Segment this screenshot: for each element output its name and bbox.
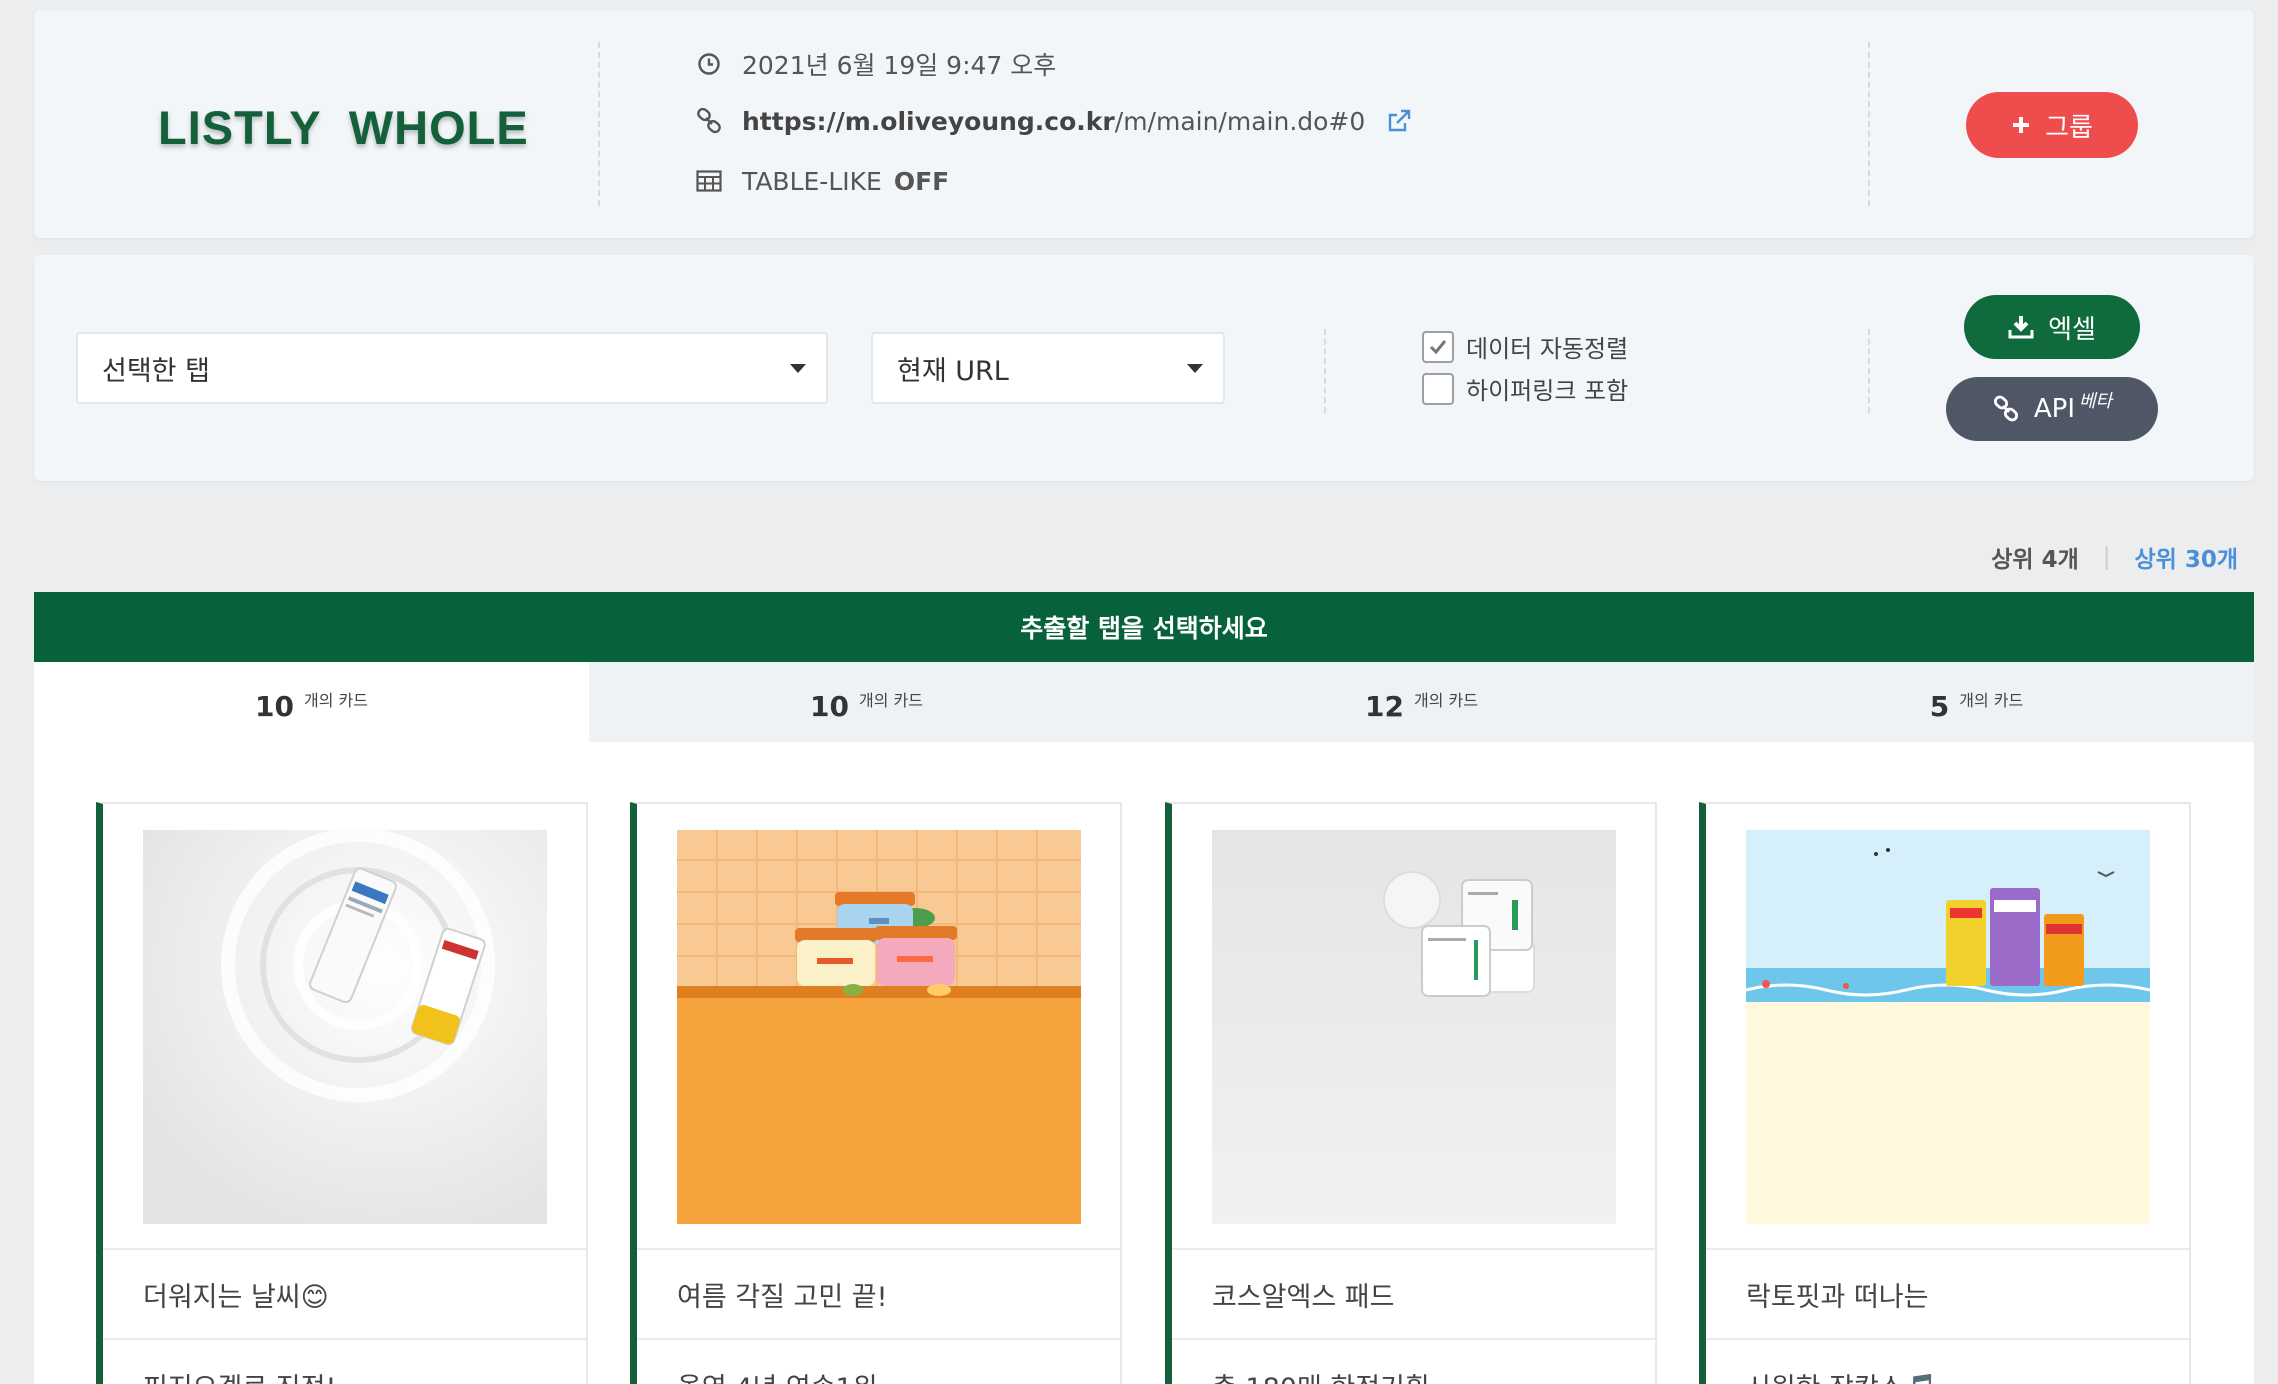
tab-card-count: 12 <box>1365 690 1404 723</box>
hyperlink-label: 하이퍼링크 포함 <box>1466 377 1629 405</box>
add-group-button[interactable]: 그룹 <box>1966 92 2138 158</box>
header-panel: LISTLY WHOLE 2021년 6월 19일 9:47 오후 https:… <box>34 10 2254 238</box>
divider <box>1324 329 1326 413</box>
controls-panel: 선택한 탭 현재 URL 데이터 자동정렬 하이퍼링크 포함 엑셀 API 베타 <box>34 255 2254 481</box>
chevron-down-icon <box>1187 364 1203 373</box>
plus-icon <box>2011 115 2031 135</box>
tab-card-suffix: 개의 카드 <box>1959 691 2024 710</box>
tab-card-suffix: 개의 카드 <box>1414 691 1478 710</box>
chevron-down-icon <box>790 364 806 373</box>
add-group-label: 그룹 <box>2045 112 2093 143</box>
table-like-status[interactable]: OFF <box>894 167 949 196</box>
list-item[interactable]: 락토핏과 떠나는 시원한 장캉스🎵 <box>1699 802 2191 1384</box>
api-label: API <box>2033 394 2075 424</box>
list-item[interactable]: 코스알엑스 패드 총 180매 한정기획 <box>1165 802 1657 1384</box>
card-subtitle: 피지오겔로 진정! <box>103 1338 586 1384</box>
api-button[interactable]: API 베타 <box>1946 377 2158 441</box>
excel-download-button[interactable]: 엑셀 <box>1964 295 2140 359</box>
product-image <box>1746 830 2150 1224</box>
excel-label: 엑셀 <box>2048 314 2096 345</box>
select-tab-banner: 추출할 탭을 선택하세요 <box>34 592 2254 662</box>
top-count-selector: 상위 4개 | 상위 30개 <box>1991 540 2238 574</box>
beta-badge: 베타 <box>2079 391 2113 412</box>
divider <box>598 42 600 206</box>
divider <box>1868 329 1870 413</box>
card-subtitle: 총 180매 한정기획 <box>1172 1338 1655 1384</box>
card-subtitle: 시원한 장캉스🎵 <box>1706 1338 2189 1384</box>
app-logo: LISTLY WHOLE <box>158 101 529 154</box>
table-like-label: TABLE-LIKE <box>742 166 882 196</box>
tab-card-count: 10 <box>810 690 849 723</box>
card-title: 락토핏과 떠나는 <box>1706 1248 2189 1338</box>
timestamp-row: 2021년 6월 19일 9:47 오후 <box>694 46 1056 82</box>
product-image <box>1212 830 1616 1224</box>
url-host[interactable]: https://m.oliveyoung.co.kr <box>742 107 1115 136</box>
product-image <box>677 830 1081 1224</box>
list-item[interactable]: 더워지는 날씨😊 피지오겔로 진정! <box>96 802 588 1384</box>
url-path[interactable]: /m/main/main.do#0 <box>1115 107 1366 136</box>
link-icon <box>694 106 724 136</box>
hyperlink-option[interactable]: 하이퍼링크 포함 <box>1422 371 1628 406</box>
auto-sort-checkbox[interactable] <box>1422 330 1454 363</box>
table-like-row: TABLE-LIKE OFF <box>694 166 949 196</box>
hyperlink-checkbox[interactable] <box>1422 372 1454 405</box>
product-image <box>143 830 547 1224</box>
external-link-icon[interactable] <box>1385 107 1413 135</box>
tab-card-count: 5 <box>1929 690 1950 723</box>
tab-group-3[interactable]: 12 개의 카드 <box>1144 662 1699 742</box>
auto-sort-option[interactable]: 데이터 자동정렬 <box>1422 329 1628 364</box>
timestamp: 2021년 6월 19일 9:47 오후 <box>742 51 1057 80</box>
clock-icon <box>694 49 724 79</box>
tab-scope-value: 선택한 탭 <box>102 355 210 387</box>
table-icon <box>694 166 724 196</box>
auto-sort-label: 데이터 자동정렬 <box>1466 335 1629 363</box>
tab-card-suffix: 개의 카드 <box>859 691 923 710</box>
tab-card-count: 10 <box>255 690 294 723</box>
download-icon <box>2008 314 2034 340</box>
card-subtitle: 올영 4년 연속1위 <box>637 1338 1120 1384</box>
tab-group-4[interactable]: 5 개의 카드 <box>1699 662 2254 742</box>
link-icon <box>1992 395 2020 423</box>
tab-group-1[interactable]: 10 개의 카드 <box>34 662 589 742</box>
tab-card-suffix: 개의 카드 <box>304 691 368 710</box>
card-title: 더워지는 날씨😊 <box>103 1248 586 1338</box>
card-list: 더워지는 날씨😊 피지오겔로 진정! <box>34 742 2254 1384</box>
divider <box>1868 42 1870 206</box>
list-item[interactable]: 여름 각질 고민 끝! 올영 4년 연속1위 <box>630 802 1122 1384</box>
card-group-tabs: 10 개의 카드 10 개의 카드 12 개의 카드 5 개의 카드 <box>34 662 2254 742</box>
tab-group-2[interactable]: 10 개의 카드 <box>589 662 1144 742</box>
top-4-option[interactable]: 상위 4개 <box>1991 540 2079 574</box>
card-title: 여름 각질 고민 끝! <box>637 1248 1120 1338</box>
top-30-option[interactable]: 상위 30개 <box>2135 540 2239 574</box>
tab-scope-select[interactable]: 선택한 탭 <box>76 332 828 404</box>
url-row: https://m.oliveyoung.co.kr/m/main/main.d… <box>694 106 1413 136</box>
url-scope-value: 현재 URL <box>897 355 1009 387</box>
card-title: 코스알엑스 패드 <box>1172 1248 1655 1338</box>
url-scope-select[interactable]: 현재 URL <box>871 332 1225 404</box>
